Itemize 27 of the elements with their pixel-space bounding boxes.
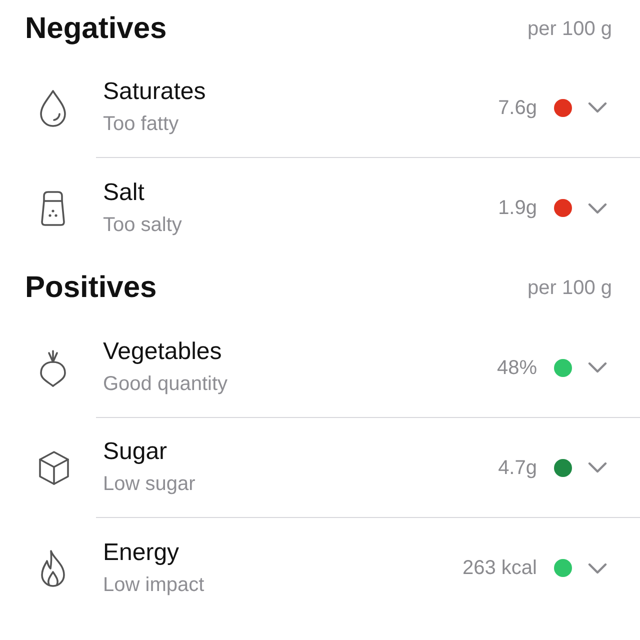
chevron-down-icon[interactable] [588,562,607,574]
nutrient-name: Vegetables [103,337,222,367]
nutrient-assessment: Too fatty [103,112,179,137]
chevron-down-icon[interactable] [588,202,607,214]
drop-icon [37,88,69,128]
turnip-icon [37,348,69,388]
chevron-down-icon[interactable] [588,462,607,473]
nutrient-value: 48% [496,356,537,380]
nutrient-name: Energy [103,538,180,568]
section-title: Negatives [25,11,167,47]
nutrient-assessment: Too salty [103,212,182,238]
cube-icon [37,448,71,488]
nutrient-name: Salt [103,178,144,208]
nutrient-name: Sugar [103,437,168,467]
nutrient-assessment: Low impact [103,572,204,598]
nutrient-value: 7.6g [498,96,537,120]
chevron-down-icon[interactable] [588,102,607,113]
nutrient-value: 4.7g [498,456,537,480]
nutrient-name: Saturates [103,77,206,107]
chevron-down-icon[interactable] [588,362,607,373]
unit-label: per 100 g [527,276,612,300]
nutrient-value: 1.9g [498,196,537,220]
nutrient-value: 263 kcal [462,556,537,580]
section-title: Positives [25,270,157,306]
nutrient-assessment: Good quantity [103,372,228,397]
unit-label: per 100 g [527,17,612,41]
nutrient-assessment: Low sugar [103,472,196,497]
